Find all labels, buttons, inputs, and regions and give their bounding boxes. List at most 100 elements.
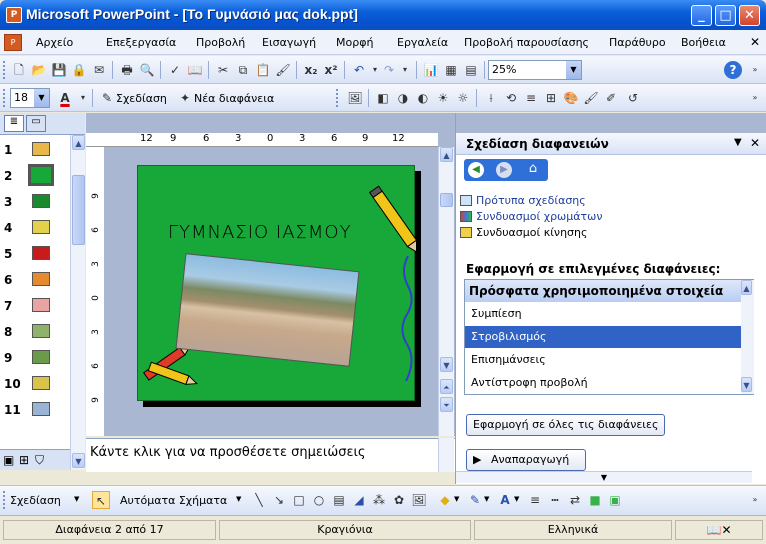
draw-dropdown-icon[interactable]: ▼ xyxy=(74,495,79,503)
outline-tab[interactable]: ≣ xyxy=(4,115,24,132)
shadow-style-icon[interactable]: ■ xyxy=(586,491,604,509)
print-icon[interactable]: 🖶 xyxy=(118,61,136,79)
wordart-icon[interactable]: ◢ xyxy=(350,491,368,509)
minimize-button[interactable]: _ xyxy=(691,5,712,26)
back-icon[interactable]: ◀ xyxy=(468,162,484,178)
powerpoint-app-icon[interactable]: P xyxy=(6,7,22,23)
slide-thumbnail-10[interactable]: 10 xyxy=(0,371,70,397)
font-size-combo[interactable]: 18 ▼ xyxy=(10,88,50,108)
font-color-icon[interactable]: A xyxy=(496,491,514,509)
font-color-dropdown-icon[interactable]: ▾ xyxy=(74,89,92,107)
slide-show-view-icon[interactable]: ⛉ xyxy=(35,453,44,468)
font-color-icon[interactable]: A xyxy=(56,89,74,107)
color-schemes-link[interactable]: Συνδυασμοί χρωμάτων xyxy=(476,210,603,223)
new-slide-button[interactable]: Νέα διαφάνεια xyxy=(194,92,274,105)
slide-thumbnail-1[interactable]: 1 xyxy=(0,137,70,163)
font-color-dropdown-icon[interactable]: ▼ xyxy=(514,495,519,503)
slides-tab[interactable]: ▭ xyxy=(26,115,46,132)
scroll-up-icon[interactable]: ▲ xyxy=(72,135,85,150)
format-painter-icon[interactable]: 🖌 xyxy=(274,61,292,79)
subscript-icon[interactable]: x₂ xyxy=(302,61,320,79)
rectangle-icon[interactable]: □ xyxy=(290,491,308,509)
menu-view[interactable]: Προβολή xyxy=(196,36,245,49)
select-objects-icon[interactable]: ↖ xyxy=(92,491,110,509)
list-item[interactable]: Συμπίεση xyxy=(465,303,741,325)
fill-color-dropdown-icon[interactable]: ▼ xyxy=(454,495,459,503)
copy-icon[interactable]: ⧉ xyxy=(234,61,252,79)
chevron-down-icon[interactable]: ▼ xyxy=(34,89,49,107)
toolbar-grip[interactable] xyxy=(3,89,6,107)
notes-pane[interactable]: Κάντε κλικ για να προσθέσετε σημειώσεις xyxy=(86,438,455,472)
less-contrast-icon[interactable]: ◐ xyxy=(414,89,432,107)
cut-icon[interactable]: ✂ xyxy=(214,61,232,79)
slide-thumbnail-9[interactable]: 9 xyxy=(0,345,70,371)
reset-picture-icon[interactable]: ↺ xyxy=(624,89,642,107)
email-icon[interactable]: ✉ xyxy=(90,61,108,79)
title-bar[interactable]: P Microsoft PowerPoint - [Το Γυμνάσιό μα… xyxy=(0,0,766,30)
insert-picture-icon[interactable]: 🖼 xyxy=(346,89,364,107)
close-button[interactable]: ✕ xyxy=(739,5,760,26)
task-pane-menu-icon[interactable]: ▼ xyxy=(734,137,742,148)
rotate-left-icon[interactable]: ⟲ xyxy=(502,89,520,107)
apply-to-all-slides-button[interactable]: Εφαρμογή σε όλες τις διαφάνειες xyxy=(466,414,666,436)
previous-slide-icon[interactable]: ⏶ xyxy=(440,379,453,394)
crop-icon[interactable]: ⟊ xyxy=(482,89,500,107)
notes-placeholder[interactable]: Κάντε κλικ για να προσθέσετε σημειώσεις xyxy=(90,445,366,460)
less-brightness-icon[interactable]: ☼ xyxy=(454,89,472,107)
list-item[interactable]: Αντίστροφη προβολή xyxy=(465,372,741,394)
toolbar-options-icon[interactable]: » xyxy=(746,61,764,79)
fill-color-icon[interactable]: ◆ xyxy=(436,491,454,509)
research-icon[interactable]: 📖 xyxy=(186,61,204,79)
home-icon[interactable]: ⌂ xyxy=(524,161,542,179)
menu-insert[interactable]: Εισαγωγή xyxy=(262,36,316,49)
chevron-down-icon[interactable]: ▼ xyxy=(566,61,581,79)
oval-icon[interactable]: ○ xyxy=(310,491,328,509)
line-style-icon[interactable]: ≡ xyxy=(522,89,540,107)
compress-pictures-icon[interactable]: ⊞ xyxy=(542,89,560,107)
open-folder-icon[interactable]: 📂 xyxy=(30,61,48,79)
design-button[interactable]: Σχεδίαση xyxy=(116,92,167,105)
scroll-up-icon[interactable]: ▲ xyxy=(741,280,752,295)
redo-dropdown-icon[interactable]: ▾ xyxy=(396,61,414,79)
new-document-icon[interactable]: 🗋 xyxy=(10,61,28,79)
close-document-button[interactable]: ✕ xyxy=(750,35,760,49)
slide-thumbnail-3[interactable]: 3 xyxy=(0,189,70,215)
slide-scrollbar[interactable]: ▲ ▼ ⏶ ⏷ xyxy=(438,147,454,436)
vertical-ruler[interactable]: 9 6 3 0 3 6 9 xyxy=(86,147,104,436)
menu-tools[interactable]: Εργαλεία xyxy=(397,36,448,49)
arrow-style-icon[interactable]: ⇄ xyxy=(566,491,584,509)
scroll-down-icon[interactable]: ▼ xyxy=(72,453,85,468)
animation-schemes-list[interactable]: Πρόσφατα χρησιμοποιημένα στοιχεία Συμπίε… xyxy=(464,279,754,395)
list-scrollbar[interactable]: ▲ ▼ xyxy=(741,280,754,394)
more-brightness-icon[interactable]: ☀ xyxy=(434,89,452,107)
design-templates-link[interactable]: Πρότυπα σχεδίασης xyxy=(476,194,586,207)
toolbar-options-icon[interactable]: » xyxy=(746,491,764,509)
slide-thumbnail-11[interactable]: 11 xyxy=(0,397,70,423)
insert-chart-icon[interactable]: 📊 xyxy=(422,61,440,79)
3d-style-icon[interactable]: ▣ xyxy=(606,491,624,509)
line-style-icon[interactable]: ≡ xyxy=(526,491,544,509)
slide-thumbnail-6[interactable]: 6 xyxy=(0,267,70,293)
menu-slide-show[interactable]: Προβολή παρουσίασης xyxy=(464,36,589,49)
play-button[interactable]: ▶ Αναπαραγωγή xyxy=(466,449,586,471)
slide-sorter-view-icon[interactable]: ⊞ xyxy=(19,453,29,467)
diagram-icon[interactable]: ⁂ xyxy=(370,491,388,509)
dash-style-icon[interactable]: ┅ xyxy=(546,491,564,509)
menu-file[interactable]: Αρχείο xyxy=(36,36,73,49)
forward-icon[interactable]: ▶ xyxy=(496,162,512,178)
spelling-status-icon[interactable]: 📖✕ xyxy=(675,520,763,540)
menu-window[interactable]: Παράθυρο xyxy=(609,36,666,49)
slide-thumbnail-7[interactable]: 7 xyxy=(0,293,70,319)
school-photo[interactable] xyxy=(175,253,360,367)
toolbar-grip[interactable] xyxy=(3,61,6,79)
list-item[interactable]: Επισημάνσεις xyxy=(465,349,741,371)
scroll-down-icon[interactable]: ▼ xyxy=(741,377,752,392)
more-contrast-icon[interactable]: ◑ xyxy=(394,89,412,107)
text-box-icon[interactable]: ▤ xyxy=(330,491,348,509)
normal-view-icon[interactable]: ▣ xyxy=(3,453,14,467)
line-color-icon[interactable]: ✎ xyxy=(466,491,484,509)
grayscale-icon[interactable]: ◧ xyxy=(374,89,392,107)
scroll-thumb[interactable] xyxy=(72,175,85,245)
slide-title-text[interactable]: ΓΥΜΝΑΣΙΟ ΙΑΣΜΟΥ xyxy=(168,222,352,243)
scroll-down-icon[interactable]: ▼ xyxy=(440,357,453,372)
